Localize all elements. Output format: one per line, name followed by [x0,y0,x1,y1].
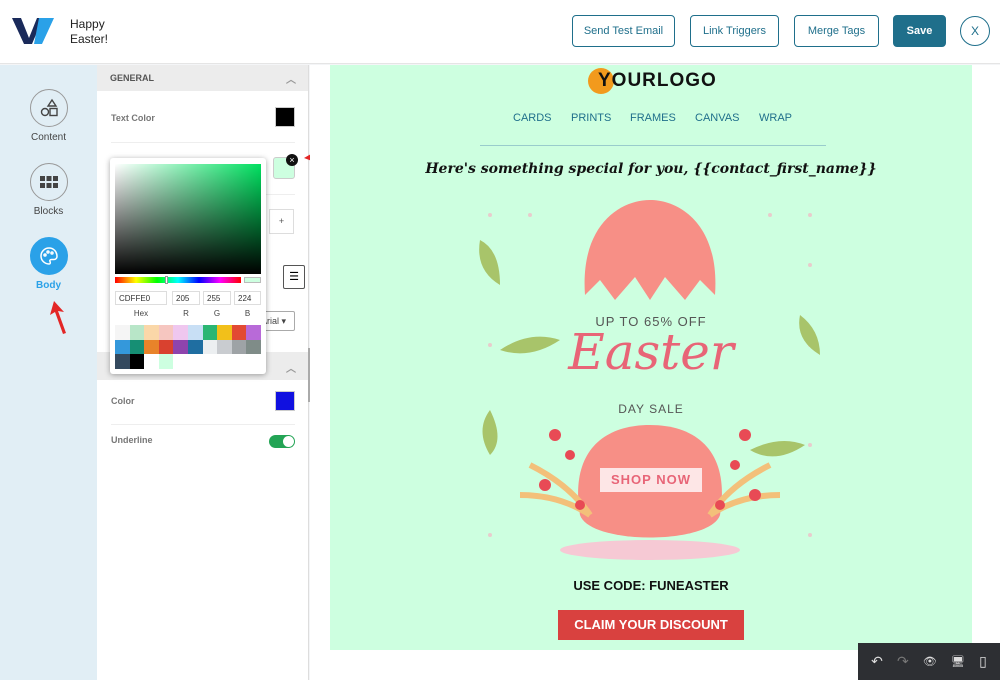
shop-now-button[interactable]: SHOP NOW [600,468,702,492]
redo-icon[interactable]: ↷ [897,653,909,670]
palette-swatch[interactable] [202,339,218,355]
link-color-swatch[interactable] [275,391,295,411]
underline-label: Underline [111,435,153,445]
preview-icon[interactable]: 👁 [923,655,937,668]
mobile-view-icon[interactable]: ▯ [979,653,987,670]
palette-swatch[interactable] [115,339,130,355]
email-logo: YOURLOGO [598,70,717,91]
divider [480,145,826,146]
section-title: GENERAL [110,73,155,83]
sidebar-item-label: Content [30,132,67,143]
palette-swatch[interactable] [187,325,203,340]
swatch-palette [115,325,261,369]
sidebar: Content Blocks Body [0,65,97,680]
saturation-value-area[interactable] [115,164,261,274]
palette-swatch[interactable] [158,339,174,355]
shapes-icon [29,89,68,127]
text-color-row: Text Color [111,103,295,143]
palette-icon [29,237,68,275]
grid-icon [29,163,68,201]
email-menu-item[interactable]: WRAP [759,112,792,124]
claim-discount-button[interactable]: CLAIM YOUR DISCOUNT [558,610,744,640]
text-color-label: Text Color [111,113,155,123]
top-bar: Happy Easter! Send Test Email Link Trigg… [0,0,1000,64]
palette-swatch[interactable] [129,325,145,340]
link-color-row: Color [111,389,295,425]
align-center-button[interactable]: ☰ [283,265,305,289]
save-button[interactable]: Save [893,15,946,47]
link-triggers-button[interactable]: Link Triggers [690,15,779,47]
brand-logo [12,18,54,44]
campaign-title: Happy Easter! [70,17,109,46]
promo-code: USE CODE: FUNEASTER [573,578,729,593]
g-input[interactable]: 255 [203,291,231,305]
link-color-label: Color [111,396,135,406]
b-label: B [244,309,251,318]
underline-row: Underline [111,435,295,459]
sidebar-item-content[interactable]: Content [0,89,97,143]
b-input[interactable]: 224 [234,291,261,305]
palette-swatch[interactable] [202,325,218,340]
palette-swatch[interactable] [187,339,203,355]
palette-swatch[interactable] [231,325,247,340]
palette-swatch[interactable] [217,325,232,340]
canvas-toolbar: ↶ ↷ 👁 🖥 ▯ [858,643,1000,680]
palette-swatch[interactable] [173,325,188,340]
palette-swatch[interactable] [246,339,261,355]
section-general-header[interactable]: GENERAL ︿ [97,65,308,91]
sidebar-item-blocks[interactable]: Blocks [0,163,97,217]
palette-swatch[interactable] [231,339,247,355]
r-label: R [183,309,189,318]
hex-label: Hex [133,309,149,318]
close-picker-icon[interactable]: × [286,154,298,166]
send-test-email-button[interactable]: Send Test Email [572,15,675,47]
merge-tags-button[interactable]: Merge Tags [794,15,879,47]
sidebar-item-body[interactable]: Body [0,237,97,291]
undo-icon[interactable]: ↶ [871,653,883,670]
email-menu-item[interactable]: CARDS [513,112,552,124]
email-preview: YOURLOGO CARDS PRINTS FRAMES CANVAS WRAP Her… [330,65,972,650]
chevron-up-icon: ︿ [286,75,296,86]
r-input[interactable]: 205 [172,291,200,305]
hex-input[interactable]: CDFFE0 [115,291,167,305]
email-menu-item[interactable]: PRINTS [571,112,611,124]
underline-toggle[interactable] [269,435,295,448]
palette-swatch[interactable] [158,354,174,369]
email-menu-item[interactable]: CANVAS [695,112,739,124]
sidebar-item-label: Blocks [33,206,64,217]
palette-swatch[interactable] [144,354,159,369]
promo-main: Easter [568,323,734,381]
palette-swatch[interactable] [144,339,159,355]
palette-swatch[interactable] [217,339,232,355]
annotation-arrow-icon [50,301,66,334]
palette-swatch[interactable] [173,339,188,355]
palette-swatch[interactable] [129,354,145,369]
promo-sub: DAY SALE [618,402,684,416]
email-menu-item[interactable]: FRAMES [630,112,676,124]
sidebar-item-label: Body [36,280,61,291]
email-headline: Here's something special for you, {{cont… [425,161,877,177]
chevron-up-icon: ︿ [286,364,296,375]
desktop-view-icon[interactable]: 🖥 [951,655,965,668]
palette-swatch[interactable] [144,325,159,340]
close-button[interactable]: X [960,16,990,46]
increment-button[interactable]: + [269,209,294,234]
g-label: G [213,309,221,318]
palette-swatch[interactable] [246,325,261,340]
palette-swatch[interactable] [115,325,130,340]
palette-swatch[interactable] [129,339,145,355]
color-picker: CDFFE0 205 255 224 Hex R G B [110,158,266,374]
palette-swatch[interactable] [115,354,130,369]
color-preview [244,277,261,283]
text-color-swatch[interactable] [275,107,295,127]
palette-swatch[interactable] [158,325,174,340]
hue-slider[interactable] [115,276,241,284]
